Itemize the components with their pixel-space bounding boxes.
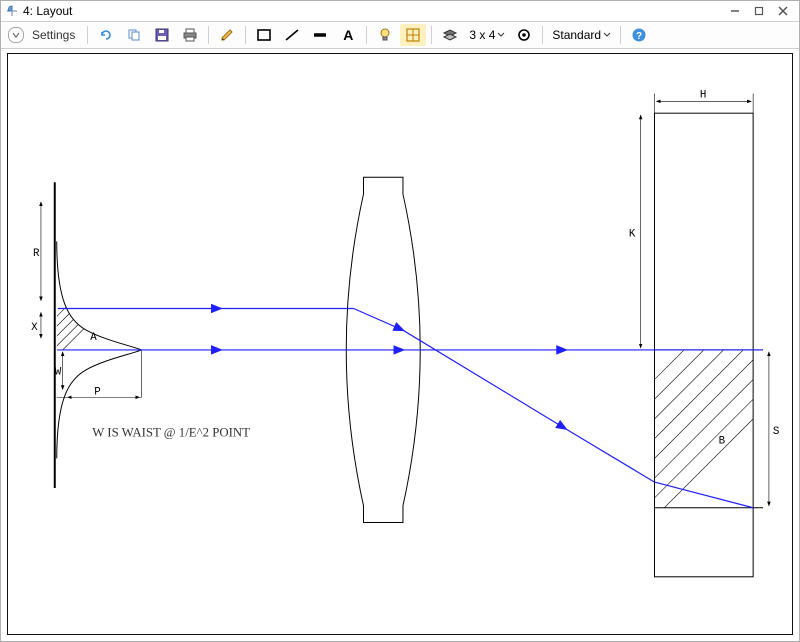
window-root: 4: Layout Settings bbox=[0, 0, 800, 642]
settings-dropdown[interactable]: Settings bbox=[5, 26, 82, 44]
refresh-button[interactable] bbox=[93, 24, 119, 46]
line-tool-button[interactable] bbox=[279, 24, 305, 46]
grid-size-label: 3 x 4 bbox=[469, 28, 495, 42]
restore-button[interactable] bbox=[747, 2, 771, 20]
rectangle-tool-button[interactable] bbox=[251, 24, 277, 46]
thickline-tool-button[interactable] bbox=[307, 24, 333, 46]
window-title: 4: Layout bbox=[23, 4, 72, 18]
grid-tool-button[interactable] bbox=[400, 24, 426, 46]
chevron-down-icon bbox=[603, 31, 611, 39]
chevron-down-icon bbox=[8, 27, 24, 43]
layers-button[interactable] bbox=[437, 24, 463, 46]
label-P: P bbox=[94, 386, 101, 398]
chevron-down-icon bbox=[497, 31, 505, 39]
titlebar: 4: Layout bbox=[1, 1, 799, 22]
copy-button[interactable] bbox=[121, 24, 147, 46]
label-R: R bbox=[33, 248, 40, 260]
toolbar: Settings bbox=[1, 22, 799, 49]
label-A: A bbox=[90, 332, 97, 344]
waist-note: W IS WAIST @ 1/E^2 POINT bbox=[92, 426, 250, 440]
app-icon bbox=[5, 4, 19, 18]
layout-diagram: R X A W P W IS WAIST @ 1/E^2 POINT bbox=[8, 54, 792, 634]
svg-text:?: ? bbox=[636, 31, 642, 42]
label-H: H bbox=[700, 89, 707, 101]
save-button[interactable] bbox=[149, 24, 175, 46]
pencil-tool-button[interactable] bbox=[214, 24, 240, 46]
style-label: Standard bbox=[552, 28, 601, 42]
label-B: B bbox=[719, 436, 726, 448]
text-tool-button[interactable]: A bbox=[335, 24, 361, 46]
target-tool-button[interactable] bbox=[511, 24, 537, 46]
style-dropdown[interactable]: Standard bbox=[548, 28, 615, 42]
close-button[interactable] bbox=[771, 2, 795, 20]
grid-size-dropdown[interactable]: 3 x 4 bbox=[465, 28, 509, 42]
canvas-frame: R X A W P W IS WAIST @ 1/E^2 POINT bbox=[7, 53, 793, 635]
settings-label: Settings bbox=[28, 28, 79, 42]
minimize-button[interactable] bbox=[723, 2, 747, 20]
lamp-tool-button[interactable] bbox=[372, 24, 398, 46]
label-W: W bbox=[55, 367, 62, 379]
help-button[interactable]: ? bbox=[626, 24, 652, 46]
label-S: S bbox=[773, 426, 780, 438]
label-X: X bbox=[31, 322, 38, 334]
print-button[interactable] bbox=[177, 24, 203, 46]
label-K: K bbox=[629, 228, 636, 240]
canvas-area[interactable]: R X A W P W IS WAIST @ 1/E^2 POINT bbox=[1, 49, 799, 641]
